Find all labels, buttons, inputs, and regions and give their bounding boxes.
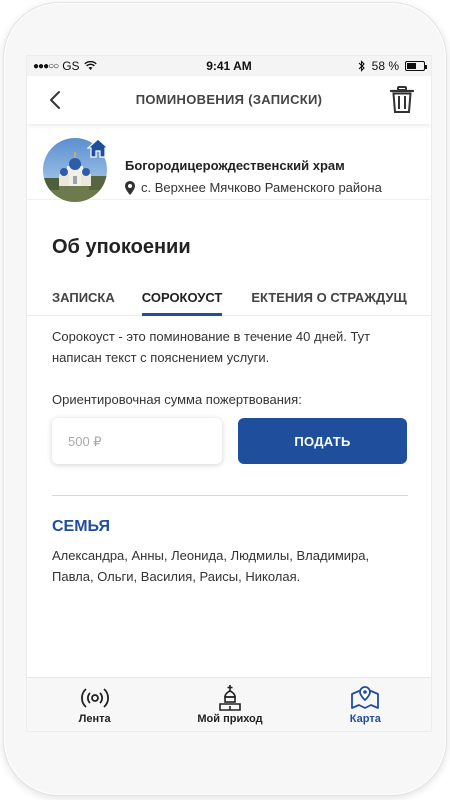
church-icon (219, 685, 241, 711)
tabbar-label-map: Карта (349, 713, 381, 725)
tab-sorokoust[interactable]: СОРОКОУСТ (141, 278, 222, 316)
tabbar-label-parish: Мой приход (197, 713, 263, 725)
church-address: с. Верхнее Мячково Раменского района (125, 180, 382, 195)
service-description: Сорокоуст - это поминование в течение 40… (52, 329, 371, 365)
delete-button[interactable] (387, 84, 417, 116)
battery-icon (405, 61, 427, 71)
location-pin-icon (125, 180, 135, 195)
page-title: ПОМИНОВЕНИЯ (ЗАПИСКИ) (135, 92, 323, 107)
service-tabs: ЗАПИСКА СОРОКОУСТ ЕКТЕНИЯ О СТРАЖДУЩ (27, 278, 431, 316)
device-frame: ●●●○○ GS 9:41 AM 58 % ПОМИНОВЕНИЯ (ЗАПИС… (3, 2, 447, 796)
tab-zapiska[interactable]: ЗАПИСКА (52, 278, 115, 315)
church-card[interactable]: Богородицерождественский храм с. Верхнее… (27, 124, 431, 202)
tab-ekteniya[interactable]: ЕКТЕНИЯ О СТРАЖДУЩ (251, 278, 406, 315)
status-bar: ●●●○○ GS 9:41 AM 58 % (27, 56, 431, 76)
tabbar-label-feed: Лента (78, 713, 111, 725)
broadcast-icon (80, 688, 109, 708)
nav-header: ПОМИНОВЕНИЯ (ЗАПИСКИ) (27, 76, 431, 124)
bluetooth-icon (358, 60, 365, 72)
names-list: Александра, Анны, Леонида, Людмилы, Влад… (52, 548, 370, 584)
group-title[interactable]: СЕМЬЯ (52, 518, 110, 536)
tabbar-item-feed[interactable]: Лента (27, 678, 162, 731)
battery-fill (407, 63, 417, 69)
tabbar-item-map[interactable]: Карта (298, 678, 431, 731)
parish-home-icon (85, 136, 111, 160)
bottom-tab-bar: Лента Мой приход Карта (27, 677, 431, 731)
submit-button[interactable]: ПОДАТЬ (238, 418, 407, 464)
donation-amount-input[interactable] (52, 418, 222, 464)
church-address-text: с. Верхнее Мячково Раменского района (141, 180, 382, 195)
divider (52, 495, 408, 496)
church-name: Богородицерождественский храм (125, 158, 345, 173)
trash-icon (390, 86, 414, 113)
tabbar-item-parish[interactable]: Мой приход (162, 678, 297, 731)
donation-label: Ориентировочная сумма пожертвования: (52, 392, 302, 407)
app-screen: ●●●○○ GS 9:41 AM 58 % ПОМИНОВЕНИЯ (ЗАПИС… (26, 55, 432, 732)
map-icon (351, 686, 380, 709)
battery-percent: 58 % (371, 59, 399, 73)
section-title: Об упокоении (52, 236, 191, 258)
